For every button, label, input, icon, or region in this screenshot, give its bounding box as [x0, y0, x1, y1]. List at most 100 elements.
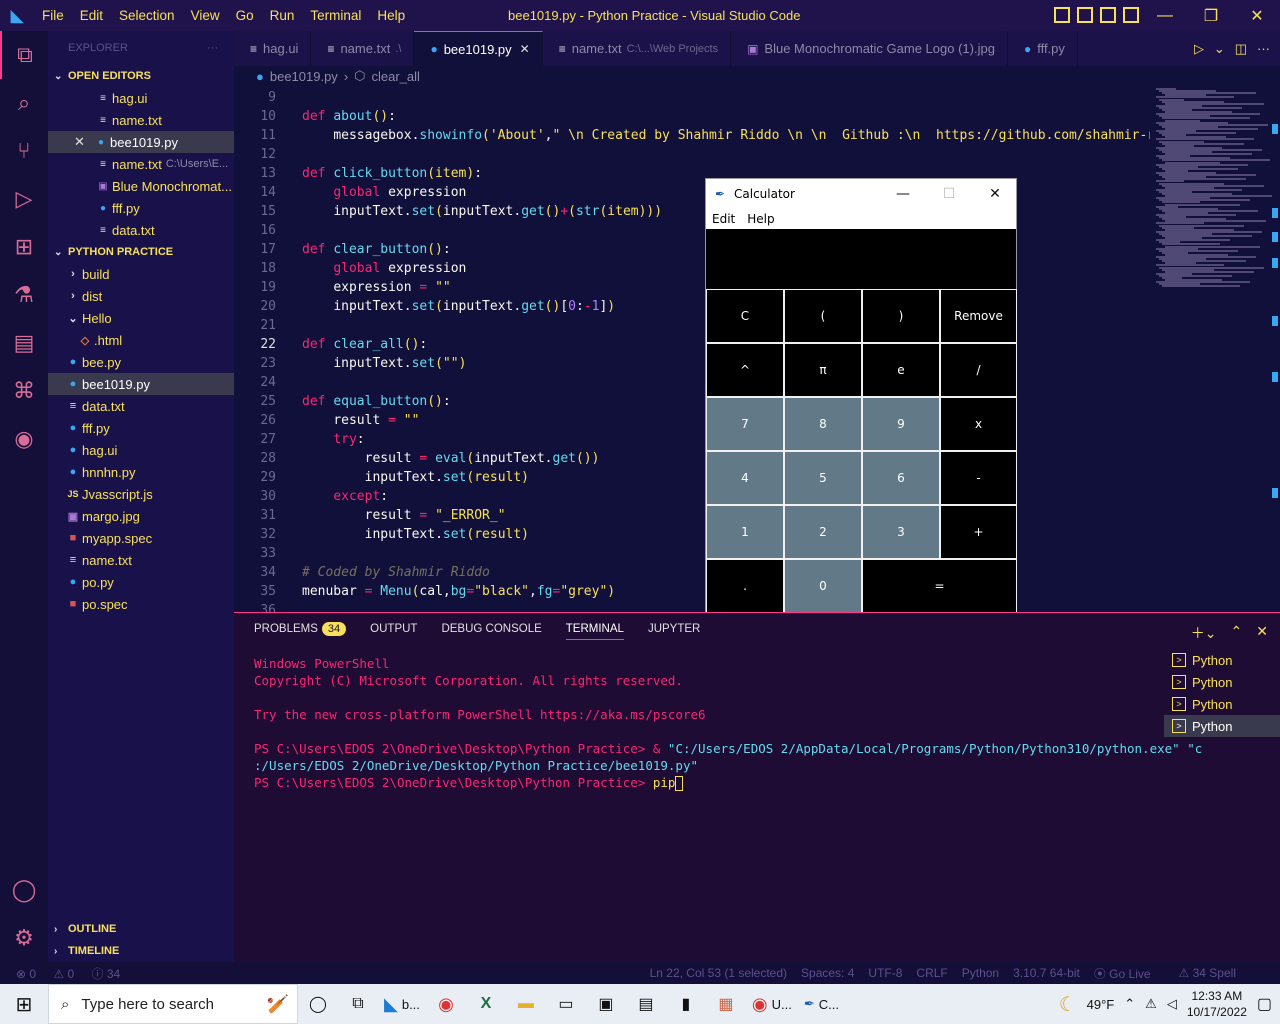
tree-item[interactable]: ● hag.ui — [48, 439, 234, 461]
panel-tab-jupyter[interactable]: JUPYTER — [648, 623, 700, 640]
clock[interactable]: 12:33 AM 10/17/2022 — [1187, 988, 1247, 1020]
go-live[interactable]: ⦿ Go Live — [1094, 965, 1165, 982]
taskbar-vscode[interactable]: ◣ b... — [378, 984, 426, 1024]
calc-button[interactable]: 0 — [784, 559, 862, 613]
calc-button[interactable]: 6 — [862, 451, 940, 505]
calculator-menu-help[interactable]: Help — [741, 212, 780, 226]
calculator-menu-edit[interactable]: Edit — [706, 212, 741, 226]
customize-layout-icon[interactable] — [1123, 7, 1139, 23]
indentation[interactable]: Spaces: 4 — [801, 966, 854, 980]
open-editor-item[interactable]: ● fff.py — [48, 197, 234, 219]
python-interpreter[interactable]: 3.10.7 64-bit — [1013, 966, 1080, 980]
weather-temp[interactable]: 49°F — [1087, 997, 1115, 1012]
outline-section[interactable]: › OUTLINE — [48, 918, 234, 940]
volume-icon[interactable]: ◁ — [1167, 996, 1177, 1012]
open-editor-item[interactable]: ▣ Blue Monochromat... — [48, 175, 234, 197]
run-debug-icon[interactable]: ▷ — [0, 175, 48, 223]
calc-button[interactable]: x — [940, 397, 1017, 451]
close-button[interactable]: ✕ — [1234, 0, 1280, 31]
breadcrumb-symbol[interactable]: clear_all — [372, 69, 420, 84]
calc-button[interactable]: . — [706, 559, 784, 613]
menu-item-go[interactable]: Go — [228, 0, 262, 31]
calc-button[interactable]: + — [940, 505, 1017, 559]
calc-button[interactable]: 3 — [862, 505, 940, 559]
timeline-section[interactable]: › TIMELINE — [48, 940, 234, 962]
windows-start-icon[interactable]: ⊞ — [0, 984, 48, 1024]
calc-button[interactable]: 9 — [862, 397, 940, 451]
source-control-icon[interactable]: ⑂ — [0, 127, 48, 175]
terminal-instance[interactable]: > Python — [1164, 693, 1280, 715]
explorer-icon[interactable]: ⧉ — [0, 31, 48, 79]
terminal-input[interactable]: pip — [653, 775, 676, 790]
open-editor-item[interactable]: ✕ ● bee1019.py — [48, 131, 234, 153]
python-icon[interactable]: ⌘ — [0, 367, 48, 415]
menu-item-edit[interactable]: Edit — [72, 0, 111, 31]
tree-item[interactable]: ▣ margo.jpg — [48, 505, 234, 527]
calc-button[interactable]: 7 — [706, 397, 784, 451]
github-icon[interactable]: ◉ — [0, 415, 48, 463]
tree-item[interactable]: ⌄ Hello — [48, 307, 234, 329]
open-editor-item[interactable]: ≡ name.txt C:\Users\E... — [48, 153, 234, 175]
paint-icon[interactable]: ▦ — [706, 984, 746, 1024]
calc-button[interactable]: 8 — [784, 397, 862, 451]
calc-button[interactable]: - — [940, 451, 1017, 505]
excel-icon[interactable]: X — [466, 984, 506, 1024]
tree-item[interactable]: ≡ data.txt — [48, 395, 234, 417]
tree-item[interactable]: ● po.py — [48, 571, 234, 593]
close-icon[interactable]: ✕ — [74, 134, 94, 150]
app-icon[interactable]: ▣ — [586, 984, 626, 1024]
run-python-file-icon[interactable]: ▷ — [1194, 41, 1204, 57]
more-actions-icon[interactable]: ··· — [1257, 41, 1270, 56]
search-icon[interactable]: ⌕ — [0, 79, 48, 127]
calculator-maximize-button[interactable]: ☐ — [926, 179, 972, 209]
calc-button[interactable]: 1 — [706, 505, 784, 559]
app-icon[interactable]: ▭ — [546, 984, 586, 1024]
menu-item-selection[interactable]: Selection — [111, 0, 183, 31]
calc-button[interactable]: = — [862, 559, 1017, 613]
open-editor-item[interactable]: ≡ hag.ui — [48, 87, 234, 109]
calc-button[interactable]: ( — [784, 289, 862, 343]
calc-button[interactable]: ^ — [706, 343, 784, 397]
calc-button[interactable]: Remove — [940, 289, 1017, 343]
split-editor-icon[interactable]: ◫ — [1235, 41, 1247, 57]
extensions-icon[interactable]: ⊞ — [0, 223, 48, 271]
tree-item[interactable]: ◇ .html — [48, 329, 234, 351]
open-editors-section[interactable]: ⌄ OPEN EDITORS — [48, 65, 234, 87]
tree-item[interactable]: ■ po.spec — [48, 593, 234, 615]
chevron-up-icon[interactable]: ⌃ — [1124, 996, 1135, 1012]
notification-icon[interactable]: ▢ — [1257, 994, 1272, 1014]
calculator-minimize-button[interactable]: — — [880, 179, 926, 209]
maximize-panel-icon[interactable]: ⌃ — [1231, 623, 1243, 643]
tree-item[interactable]: JS Jvasscript.js — [48, 483, 234, 505]
editor-tab[interactable]: ≡ hag.ui — [234, 31, 312, 66]
menu-item-help[interactable]: Help — [369, 0, 413, 31]
taskbar-search[interactable]: ⌕ Type here to search 🏏 — [48, 984, 298, 1024]
calculator-close-button[interactable]: ✕ — [972, 179, 1018, 209]
open-editor-item[interactable]: ≡ data.txt — [48, 219, 234, 241]
menu-item-terminal[interactable]: Terminal — [302, 0, 369, 31]
testing-icon[interactable]: ⚗ — [0, 271, 48, 319]
calc-button[interactable]: / — [940, 343, 1017, 397]
task-view-icon[interactable]: ⧉ — [338, 984, 378, 1024]
close-icon[interactable]: ✕ — [520, 42, 530, 56]
tree-item[interactable]: ≡ name.txt — [48, 549, 234, 571]
tree-item[interactable]: › dist — [48, 285, 234, 307]
editor-tab[interactable]: ▣ Blue Monochromatic Game Logo (1).jpg — [731, 31, 1008, 66]
encoding[interactable]: UTF-8 — [868, 966, 902, 980]
more-actions-icon[interactable]: ··· — [207, 42, 218, 54]
editor-tab[interactable]: ● bee1019.py ✕ — [414, 31, 543, 66]
panel-tab-debug-console[interactable]: DEBUG CONSOLE — [441, 623, 541, 640]
tree-item[interactable]: › build — [48, 263, 234, 285]
calc-button[interactable]: π — [784, 343, 862, 397]
eol[interactable]: CRLF — [916, 966, 947, 980]
tree-item[interactable]: ● hnnhn.py — [48, 461, 234, 483]
toggle-primary-sidebar-icon[interactable] — [1054, 7, 1070, 23]
toggle-panel-icon[interactable] — [1077, 7, 1093, 23]
editor-tab[interactable]: ≡ name.txt .\ — [311, 31, 415, 66]
taskbar-chrome[interactable]: ◉ U... — [746, 984, 798, 1024]
editor-tab[interactable]: ● fff.py — [1008, 31, 1078, 66]
panel-tab-problems[interactable]: PROBLEMS 34 — [254, 622, 347, 640]
restore-button[interactable]: ❐ — [1188, 0, 1234, 31]
account-icon[interactable]: ◯ — [0, 866, 48, 914]
taskbar-calculator[interactable]: ✒ C... — [798, 984, 845, 1024]
